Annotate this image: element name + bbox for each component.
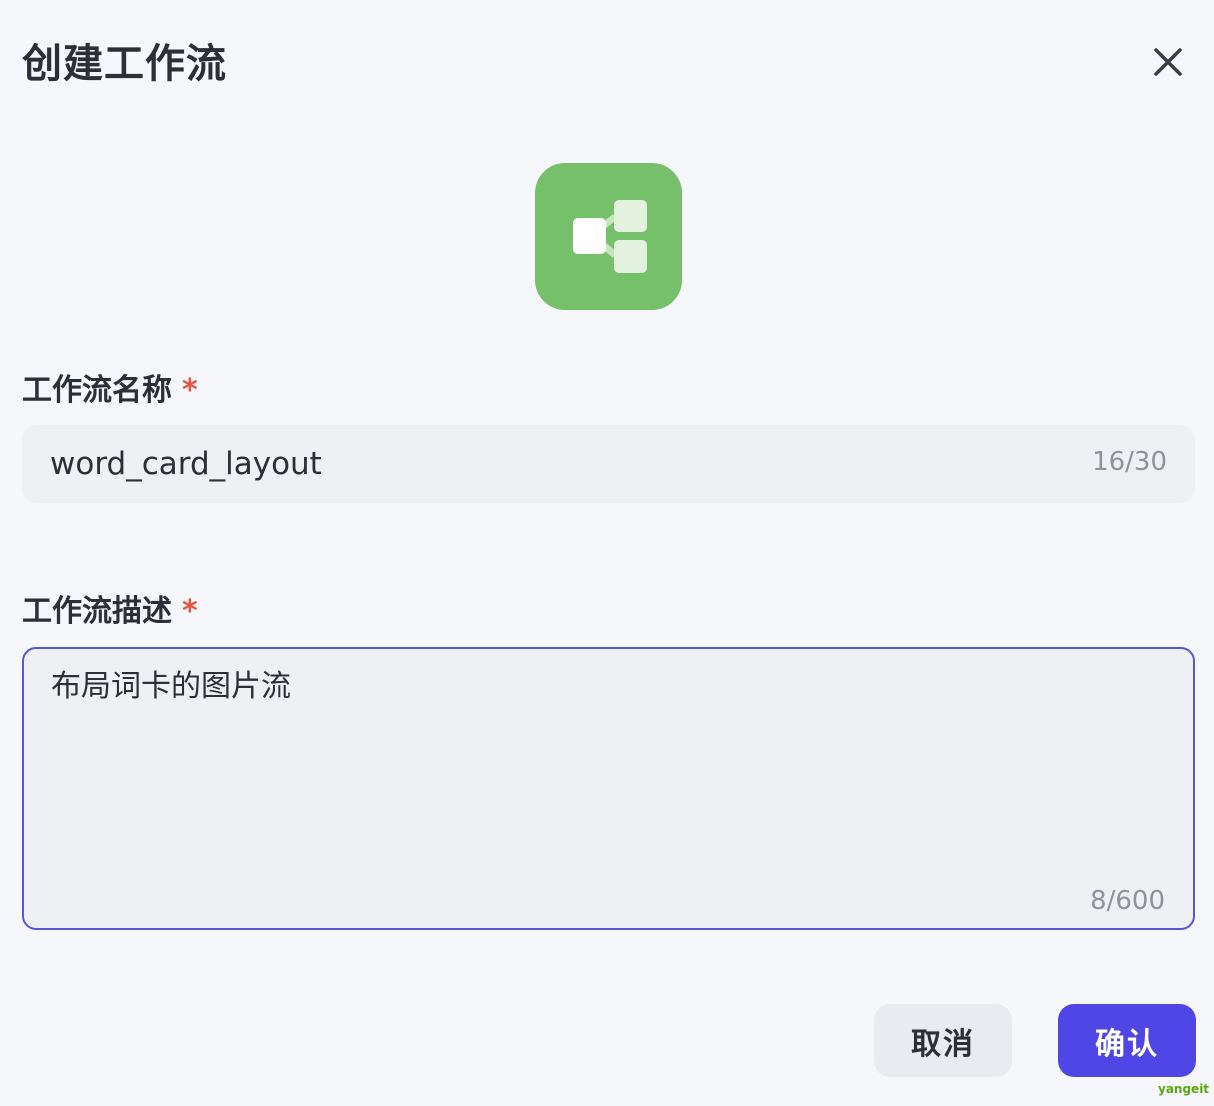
workflow-description-counter: 8/600 bbox=[1090, 886, 1165, 916]
workflow-name-field[interactable]: 16/30 bbox=[22, 425, 1195, 503]
required-mark: * bbox=[182, 373, 198, 408]
workflow-description-label-text: 工作流描述 bbox=[22, 594, 172, 629]
dialog-title: 创建工作流 bbox=[22, 41, 227, 87]
required-mark: * bbox=[182, 594, 198, 629]
cancel-button[interactable]: 取消 bbox=[874, 1004, 1012, 1077]
close-button[interactable] bbox=[1146, 40, 1190, 84]
watermark: yangeit bbox=[1158, 1082, 1210, 1096]
workflow-description-input[interactable]: 布局词卡的图片流 bbox=[51, 665, 1151, 865]
workflow-name-input[interactable] bbox=[50, 425, 1050, 503]
workflow-description-label: 工作流描述 * bbox=[22, 592, 198, 632]
workflow-name-label: 工作流名称 * bbox=[22, 371, 198, 411]
workflow-share-icon bbox=[572, 199, 647, 273]
confirm-button[interactable]: 确认 bbox=[1058, 1004, 1196, 1077]
workflow-app-icon[interactable] bbox=[535, 163, 682, 310]
close-icon[interactable] bbox=[1153, 47, 1183, 77]
workflow-name-label-text: 工作流名称 bbox=[22, 373, 172, 408]
workflow-name-counter: 16/30 bbox=[1092, 447, 1167, 477]
workflow-description-field[interactable]: 布局词卡的图片流 8/600 bbox=[22, 647, 1195, 930]
